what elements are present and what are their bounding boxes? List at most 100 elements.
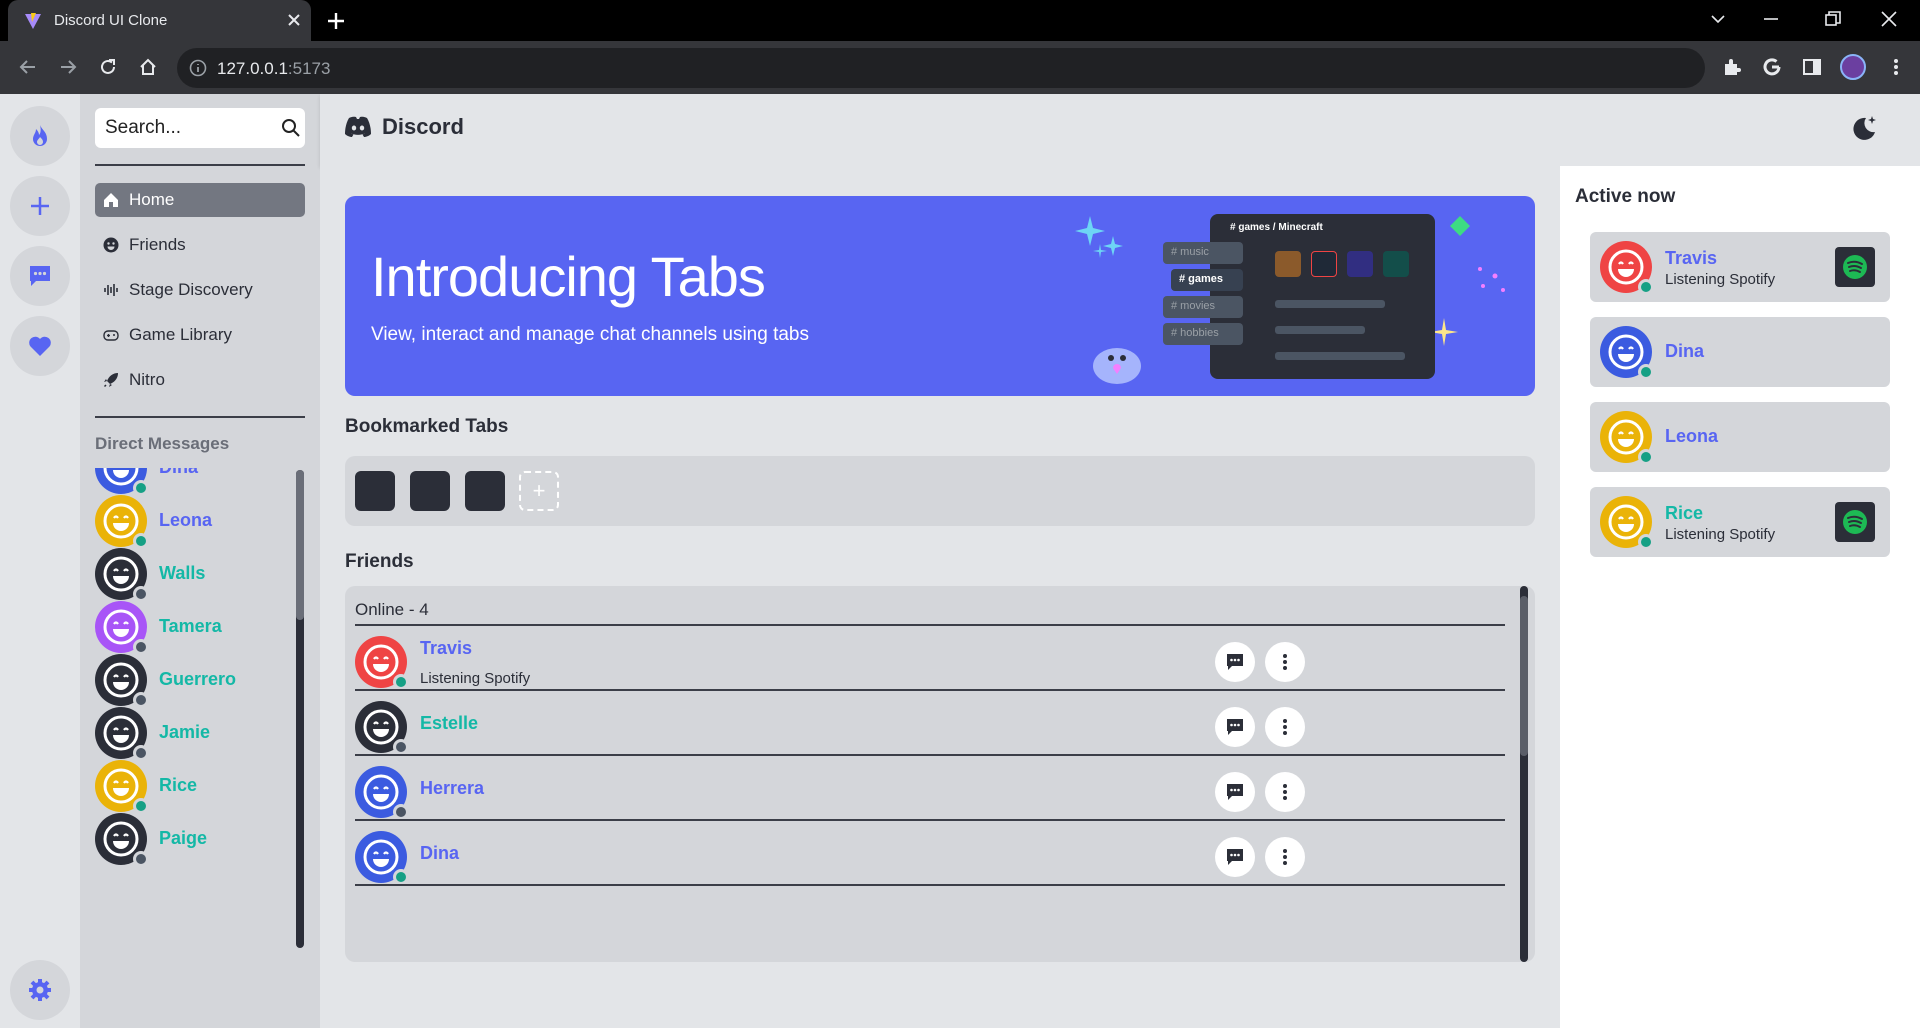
rail-messages-button[interactable] — [10, 246, 70, 306]
sidebar-item-friends[interactable]: Friends — [95, 228, 305, 262]
dm-item[interactable]: Paige — [95, 813, 275, 867]
active-now-card[interactable]: Rice Listening Spotify — [1590, 487, 1890, 557]
avatar[interactable] — [355, 636, 409, 690]
rocket-icon — [103, 373, 118, 388]
avatar[interactable] — [355, 701, 409, 755]
banner-title: Introducing Tabs — [371, 245, 766, 308]
search-icon[interactable] — [281, 118, 301, 138]
dm-item[interactable]: Dina — [95, 468, 275, 496]
avatar[interactable] — [95, 468, 149, 496]
dm-name: Paige — [159, 828, 208, 848]
dm-item[interactable]: Tamera — [95, 601, 275, 655]
offline-status-dot — [393, 739, 409, 755]
avatar[interactable] — [1600, 411, 1654, 465]
more-options-button[interactable] — [1265, 772, 1305, 812]
bookmark-tab[interactable] — [355, 471, 395, 511]
avatar[interactable] — [95, 813, 149, 867]
more-options-button[interactable] — [1265, 642, 1305, 682]
search-input[interactable] — [105, 108, 265, 148]
active-now-card[interactable]: Travis Listening Spotify — [1590, 232, 1890, 302]
new-tab-plus-icon[interactable] — [327, 12, 345, 30]
dm-item[interactable]: Jamie — [95, 707, 275, 761]
friend-row[interactable]: Dina — [355, 819, 1505, 898]
rail-fire-button[interactable] — [10, 106, 70, 166]
back-arrow-icon[interactable] — [18, 57, 38, 77]
forward-arrow-icon[interactable] — [58, 57, 78, 77]
banner-subtitle: View, interact and manage chat channels … — [371, 324, 809, 345]
online-status-dot — [133, 480, 149, 496]
sidebar-item-game-library[interactable]: Game Library — [95, 318, 305, 352]
dm-item[interactable]: Leona — [95, 495, 275, 549]
banner-art-messages — [1275, 296, 1425, 364]
more-options-button[interactable] — [1265, 707, 1305, 747]
search-box[interactable] — [95, 108, 305, 148]
bookmark-tab[interactable] — [410, 471, 450, 511]
profile-avatar[interactable] — [1840, 54, 1866, 80]
online-status-dot — [393, 674, 409, 690]
sidepanel-icon[interactable] — [1802, 57, 1822, 77]
extensions-puzzle-icon[interactable] — [1722, 57, 1742, 77]
message-friend-button[interactable] — [1215, 837, 1255, 877]
add-bookmark-button[interactable]: + — [519, 471, 559, 511]
avatar[interactable] — [95, 548, 149, 602]
active-now-panel: Active now Travis Listening Spotify Dina Le… — [1560, 166, 1920, 1028]
avatar[interactable] — [355, 831, 409, 885]
active-now-card[interactable]: Dina — [1590, 317, 1890, 387]
bookmark-tab[interactable] — [465, 471, 505, 511]
message-friend-button[interactable] — [1215, 642, 1255, 682]
chat-bubble-icon — [1227, 719, 1243, 735]
browser-tab-title: Discord UI Clone — [54, 12, 168, 29]
avatar[interactable] — [95, 760, 149, 814]
dm-name: Guerrero — [159, 669, 237, 689]
avatar[interactable] — [1600, 241, 1654, 295]
active-now-card[interactable]: Leona — [1590, 402, 1890, 472]
pink-sparkles-icon — [1478, 267, 1505, 292]
moon-theme-toggle-icon[interactable] — [1848, 112, 1880, 144]
spotify-badge[interactable] — [1835, 247, 1875, 287]
app-page: Home Friends Stage Discovery Game Librar… — [0, 94, 1920, 1028]
offline-status-dot — [133, 692, 149, 708]
message-friend-button[interactable] — [1215, 772, 1255, 812]
avatar[interactable] — [95, 601, 149, 655]
avatar[interactable] — [1600, 326, 1654, 380]
avatar[interactable] — [355, 766, 409, 820]
online-status-dot — [1638, 449, 1654, 465]
minimize-icon[interactable] — [1762, 10, 1780, 28]
heart-icon — [29, 336, 51, 356]
more-options-button[interactable] — [1265, 837, 1305, 877]
site-info-icon[interactable] — [189, 59, 207, 77]
rail-favorites-button[interactable] — [10, 316, 70, 376]
brand[interactable]: Discord — [344, 114, 464, 140]
avatar[interactable] — [95, 654, 149, 708]
rail-settings-button[interactable] — [10, 960, 70, 1020]
brand-name: Discord — [382, 114, 464, 139]
avatar[interactable] — [95, 707, 149, 761]
dm-item[interactable]: Rice — [95, 760, 275, 814]
reload-icon[interactable] — [98, 57, 118, 77]
close-icon[interactable] — [286, 12, 302, 28]
dm-item[interactable]: Walls — [95, 548, 275, 602]
avatar[interactable] — [95, 495, 149, 549]
sidebar-item-stage-discovery[interactable]: Stage Discovery — [95, 273, 305, 307]
sidebar-item-label: Game Library — [129, 325, 232, 344]
friends-scrollbar-thumb[interactable] — [1520, 596, 1528, 756]
sidebar-item-home[interactable]: Home — [95, 183, 305, 217]
avatar[interactable] — [1600, 496, 1654, 550]
home-icon[interactable] — [138, 57, 158, 77]
kebab-menu-icon[interactable] — [1886, 57, 1906, 77]
address-bar[interactable]: 127.0.0.1:5173 — [177, 48, 1705, 88]
dm-scrollbar-thumb[interactable] — [296, 470, 304, 620]
window-close-icon[interactable] — [1880, 10, 1898, 28]
message-friend-button[interactable] — [1215, 707, 1255, 747]
restore-icon[interactable] — [1824, 10, 1842, 28]
spotify-badge[interactable] — [1835, 502, 1875, 542]
browser-tab[interactable]: Discord UI Clone — [8, 0, 311, 41]
online-status-dot — [1638, 364, 1654, 380]
dm-item[interactable]: Guerrero — [95, 654, 275, 708]
friend-activity: Listening Spotify — [420, 670, 531, 687]
sidebar-item-nitro[interactable]: Nitro — [95, 363, 305, 397]
google-g-icon[interactable] — [1762, 57, 1782, 77]
rail-add-server-button[interactable] — [10, 176, 70, 236]
chevron-down-icon[interactable] — [1709, 10, 1727, 28]
gear-icon — [29, 979, 51, 1001]
